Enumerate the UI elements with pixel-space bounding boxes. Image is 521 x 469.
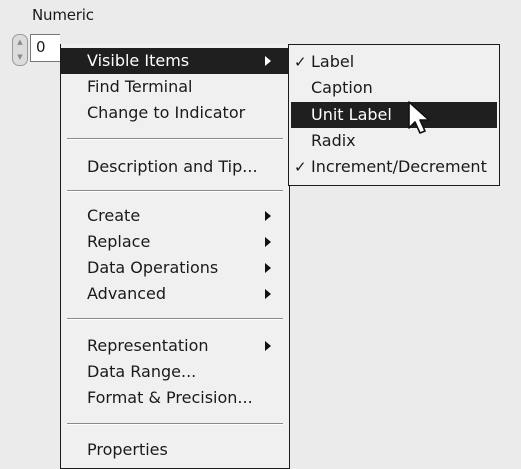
menu-item-label: Description and Tip... (87, 157, 258, 176)
menu-separator (67, 423, 283, 425)
menu-item-replace[interactable]: Replace (61, 229, 289, 255)
menu-item-label: Advanced (87, 284, 167, 303)
menu-separator (67, 190, 283, 192)
menu-item-change-to-indicator[interactable]: Change to Indicator (61, 100, 289, 126)
menu-separator (67, 138, 283, 140)
menu-item-label: Format & Precision... (87, 388, 253, 407)
submenu-item-text: Radix (311, 131, 356, 150)
menu-item-label: Representation (87, 336, 209, 355)
context-menu: Visible Items Find Terminal Change to In… (60, 44, 290, 469)
pointer-arrow-icon (408, 101, 430, 134)
submenu-item-radix[interactable]: Radix (289, 128, 499, 154)
menu-item-label: Data Range... (87, 362, 197, 381)
menu-item-data-range[interactable]: Data Range... (61, 359, 289, 385)
menu-item-label: Find Terminal (87, 77, 193, 96)
submenu-arrow-icon (265, 56, 271, 66)
submenu-item-text: Unit Label (311, 105, 392, 124)
menu-separator (67, 318, 283, 320)
submenu-item-text: Increment/Decrement (311, 157, 487, 176)
menu-item-format-and-precision[interactable]: Format & Precision... (61, 385, 289, 411)
menu-item-description-and-tip[interactable]: Description and Tip... (61, 154, 289, 180)
menu-item-properties[interactable]: Properties (61, 437, 289, 463)
submenu-arrow-icon (265, 341, 271, 351)
visible-items-submenu: ✓ Label Caption Unit Label Radix ✓ Incre… (288, 44, 500, 186)
check-icon: ✓ (294, 53, 307, 71)
increment-decrement-spinner[interactable]: ▲ ▼ (12, 34, 28, 66)
menu-item-label: Visible Items (87, 51, 190, 70)
submenu-item-unit-label[interactable]: Unit Label (291, 102, 497, 128)
menu-item-label: Change to Indicator (87, 103, 246, 122)
menu-item-label: Data Operations (87, 258, 219, 277)
submenu-item-text: Caption (311, 78, 373, 97)
numeric-value-field[interactable]: 0 (30, 34, 60, 62)
submenu-item-caption[interactable]: Caption (289, 75, 499, 101)
submenu-item-increment-decrement[interactable]: ✓ Increment/Decrement (289, 154, 499, 180)
menu-item-find-terminal[interactable]: Find Terminal (61, 74, 289, 100)
submenu-arrow-icon (265, 263, 271, 273)
menu-item-create[interactable]: Create (61, 203, 289, 229)
spinner-up-icon[interactable]: ▲ (13, 35, 27, 50)
submenu-arrow-icon (265, 211, 271, 221)
submenu-item-text: Label (311, 52, 355, 71)
menu-item-data-operations[interactable]: Data Operations (61, 255, 289, 281)
menu-item-label: Create (87, 206, 141, 225)
menu-item-representation[interactable]: Representation (61, 333, 289, 359)
submenu-arrow-icon (265, 289, 271, 299)
numeric-control-label: Numeric (32, 6, 94, 24)
menu-item-advanced[interactable]: Advanced (61, 281, 289, 307)
submenu-item-label[interactable]: ✓ Label (289, 49, 499, 75)
submenu-arrow-icon (265, 237, 271, 247)
menu-item-label: Replace (87, 232, 151, 251)
check-icon: ✓ (294, 158, 307, 176)
menu-item-visible-items[interactable]: Visible Items (61, 48, 289, 74)
spinner-down-icon[interactable]: ▼ (13, 50, 27, 65)
menu-item-label: Properties (87, 440, 168, 459)
